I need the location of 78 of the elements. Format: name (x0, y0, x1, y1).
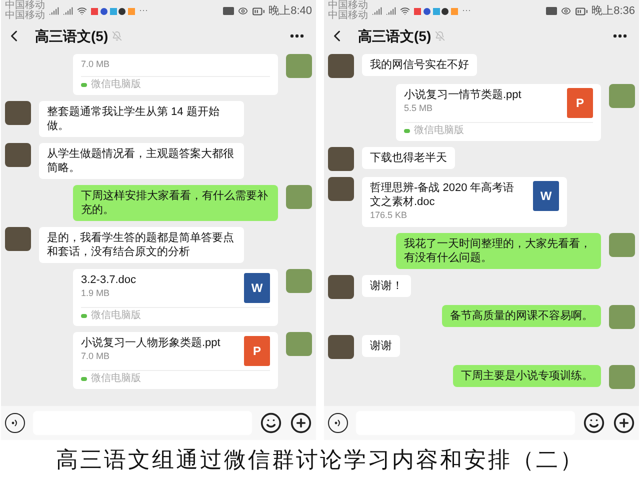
more-button[interactable] (613, 34, 627, 38)
source-label: 微信电脑版 (91, 78, 141, 90)
leaf-icon (81, 82, 87, 86)
file-card[interactable]: 3.2-3.7.doc 1.9 MB W 微信电脑版 (73, 268, 278, 326)
voice-button[interactable] (5, 413, 25, 433)
source-label: 微信电脑版 (414, 125, 464, 137)
carrier-label: 中国移动 (5, 1, 45, 11)
leaf-icon (404, 129, 410, 133)
more-notifications: ··· (139, 4, 148, 18)
message-bubble: 整套题通常我让学生从第 14 题开始做。 (39, 100, 244, 136)
add-button[interactable] (613, 412, 635, 434)
eye-icon (238, 6, 248, 16)
file-type-icon: P (244, 336, 270, 366)
voice-icon (11, 418, 19, 428)
file-card[interactable]: 小说复习一情节类题.ppt 5.5 MB P 微信电脑版 (396, 84, 601, 141)
clock: 晚上8:40 (268, 4, 312, 19)
emoji-button[interactable] (583, 412, 605, 434)
bell-off-icon (112, 31, 122, 41)
carrier-label: 中国移动 (328, 11, 368, 21)
clock: 晚上8:36 (592, 4, 635, 19)
voice-button[interactable] (328, 413, 348, 433)
plus-icon (613, 412, 635, 434)
message-bubble: 我的网信号实在不好 (362, 54, 477, 76)
emoji-button[interactable] (260, 412, 282, 434)
message-bubble: 谢谢！ (362, 274, 411, 296)
eye-icon (560, 6, 571, 16)
file-size: 7.0 MB (81, 58, 110, 71)
bell-off-icon (435, 31, 446, 41)
signal-icon (63, 6, 73, 16)
notification-icons-drawing (414, 6, 458, 16)
message-bubble: 下周主要是小说专项训练。 (453, 364, 601, 386)
more-notifications: ··· (462, 4, 471, 18)
file-type-icon: W (244, 272, 270, 302)
file-card[interactable]: 小说复习一人物形象类题.ppt 7.0 MB P 微信电脑版 (73, 332, 278, 388)
battery-icon (574, 4, 588, 18)
message-bubble: 是的，我看学生答的题都是简单答要点和套话，没有结合原文的分析 (39, 226, 244, 262)
battery-icon (252, 4, 265, 18)
file-name: 3.2-3.7.doc (81, 272, 136, 286)
smile-icon (583, 412, 605, 434)
more-icon (290, 34, 304, 38)
source-label: 微信电脑版 (91, 310, 141, 322)
file-type-icon: P (567, 88, 593, 118)
signal-icon (49, 6, 59, 16)
plus-icon (290, 412, 312, 434)
file-card[interactable]: 哲理思辨-备战 2020 年高考语文之素材.doc 176.5 KB W (362, 177, 567, 226)
source-label: 微信电脑版 (91, 372, 141, 384)
file-name: 小说复习一情节类题.ppt (404, 88, 522, 102)
notification-icons-drawing (91, 6, 135, 16)
more-icon (613, 34, 627, 38)
file-type-icon: W (533, 181, 559, 211)
message-bubble: 下载也得老半天 (362, 147, 455, 169)
wifi-icon (77, 6, 87, 16)
file-size: 1.9 MB (81, 286, 111, 300)
file-size: 7.0 MB (81, 350, 111, 362)
carrier-label: 中国移动 (328, 1, 368, 11)
file-name: 哲理思辨-备战 2020 年高考语文之素材.doc (370, 181, 516, 209)
voice-icon (334, 418, 342, 428)
signal-icon (386, 6, 396, 16)
file-size: 176.5 KB (370, 209, 408, 222)
message-bubble: 谢谢 (362, 334, 400, 356)
file-card[interactable]: 7.0 MB 微信电脑版 (73, 54, 278, 94)
chat-title: 高三语文(5) (358, 26, 432, 46)
file-size: 5.5 MB (404, 102, 434, 115)
leaf-icon (81, 314, 87, 318)
file-name: 小说复习一人物形象类题.ppt (81, 336, 220, 350)
message-bubble: 从学生做题情况看，主观题答案大都很简略。 (39, 142, 244, 178)
caption: 高三语文组通过微信群讨论学习内容和安排（二） (56, 446, 584, 474)
wifi-icon (400, 6, 410, 16)
more-button[interactable] (290, 34, 304, 38)
message-bubble: 备节高质量的网课不容易啊。 (442, 304, 601, 326)
smile-icon (260, 412, 282, 434)
carrier-label: 中国移动 (5, 11, 45, 21)
message-bubble: 我花了一天时间整理的，大家先看看，有没有什么问题。 (396, 232, 601, 268)
leaf-icon (81, 376, 87, 380)
message-bubble: 下周这样安排大家看看，有什么需要补充的。 (73, 184, 278, 220)
add-button[interactable] (290, 412, 312, 434)
chat-title: 高三语文(5) (35, 26, 108, 46)
signal-icon (372, 6, 382, 16)
